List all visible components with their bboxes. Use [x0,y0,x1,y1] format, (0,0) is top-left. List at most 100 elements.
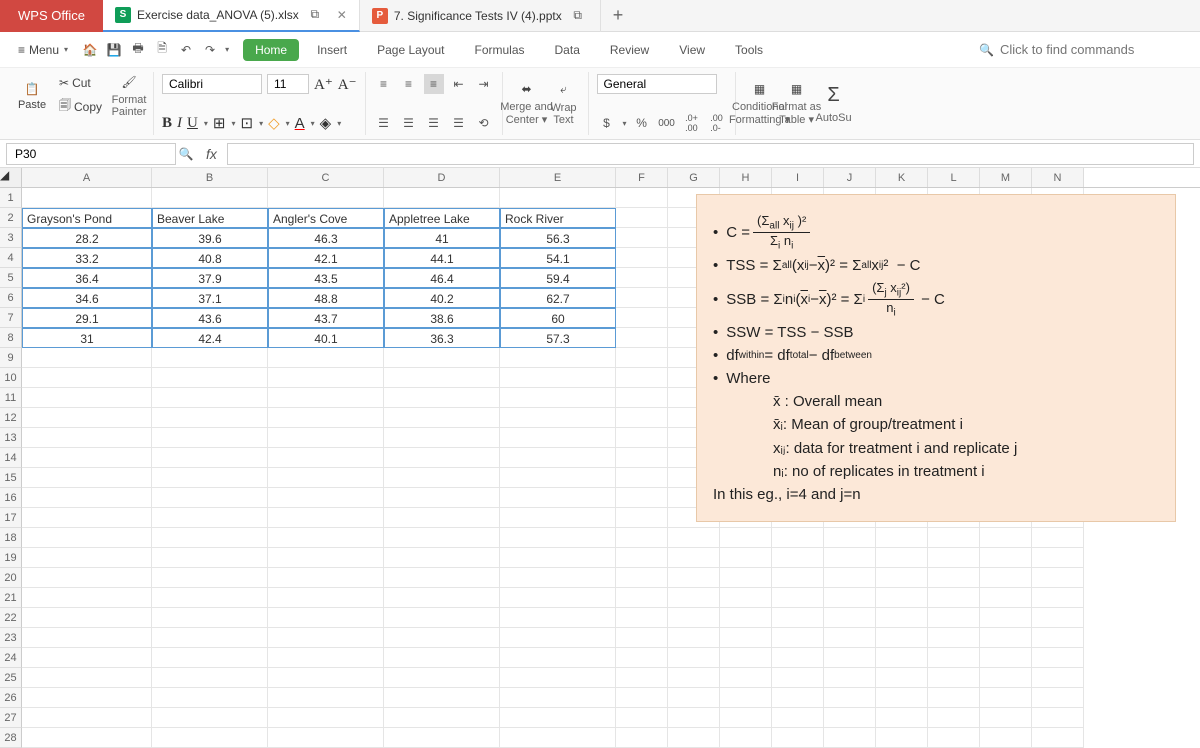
cell[interactable] [500,348,616,368]
cell[interactable] [152,548,268,568]
cell[interactable]: 59.4 [500,268,616,288]
cell[interactable]: 43.7 [268,308,384,328]
cell[interactable] [824,708,876,728]
cell[interactable] [152,568,268,588]
cell[interactable] [772,568,824,588]
cell[interactable] [668,648,720,668]
home-icon[interactable]: 🏠 [80,40,100,60]
cell[interactable] [500,728,616,748]
cell[interactable] [720,688,772,708]
formula-bar[interactable] [227,143,1194,165]
col-E[interactable]: E [500,168,616,187]
cell[interactable] [668,588,720,608]
chevron-down-icon[interactable]: ▾ [204,119,208,128]
cell[interactable]: Beaver Lake [152,208,268,228]
cell[interactable] [980,668,1032,688]
cell[interactable] [720,608,772,628]
cell[interactable]: 42.4 [152,328,268,348]
border-button[interactable]: ⊞ [213,114,226,133]
cell[interactable] [268,428,384,448]
cell[interactable] [22,568,152,588]
cell[interactable] [876,528,928,548]
cell[interactable] [928,548,980,568]
cell[interactable] [384,568,500,588]
cell[interactable]: 54.1 [500,248,616,268]
cell[interactable] [1032,708,1084,728]
cell[interactable] [616,508,668,528]
cell[interactable]: 48.8 [268,288,384,308]
cell[interactable] [152,528,268,548]
cell[interactable] [268,588,384,608]
search-box[interactable]: 🔍 [969,42,1190,57]
align-bottom-icon[interactable]: ≡ [424,74,444,94]
cell[interactable] [616,288,668,308]
cell[interactable] [980,588,1032,608]
cell[interactable]: Grayson's Pond [22,208,152,228]
col-B[interactable]: B [152,168,268,187]
cell[interactable] [22,708,152,728]
chevron-down-icon[interactable]: ▾ [259,119,263,128]
row-2[interactable]: 2 [0,208,22,228]
row-8[interactable]: 8 [0,328,22,348]
italic-button[interactable]: I [177,115,182,132]
cell[interactable] [384,708,500,728]
cell[interactable] [616,648,668,668]
cut-button[interactable]: ✂Cut [53,74,108,92]
cell[interactable] [1032,648,1084,668]
row-4[interactable]: 4 [0,248,22,268]
tab-pagelayout[interactable]: Page Layout [365,39,456,61]
row-25[interactable]: 25 [0,668,22,688]
cell[interactable] [720,568,772,588]
cell[interactable]: 60 [500,308,616,328]
cell[interactable] [22,428,152,448]
cell[interactable] [22,188,152,208]
tab-review[interactable]: Review [598,39,661,61]
cell[interactable] [152,608,268,628]
cell[interactable] [22,408,152,428]
cell[interactable] [152,448,268,468]
row-6[interactable]: 6 [0,288,22,308]
cell[interactable] [772,628,824,648]
tab-window-icon[interactable]: ⧉ [568,6,588,26]
cell[interactable] [384,648,500,668]
cell[interactable] [720,648,772,668]
cell[interactable] [268,188,384,208]
row-22[interactable]: 22 [0,608,22,628]
cell[interactable] [720,548,772,568]
cell[interactable] [22,648,152,668]
cell[interactable] [22,528,152,548]
cell[interactable] [22,508,152,528]
percent-icon[interactable]: % [632,113,652,133]
cell[interactable]: 41 [384,228,500,248]
cell[interactable] [22,588,152,608]
cell[interactable] [268,628,384,648]
autosum-button[interactable]: Σ AutoSu [818,90,850,118]
cell[interactable] [876,628,928,648]
cell[interactable] [152,708,268,728]
cell[interactable] [772,688,824,708]
cell[interactable] [616,628,668,648]
currency-icon[interactable]: $ [597,113,617,133]
row-28[interactable]: 28 [0,728,22,748]
justify-icon[interactable]: ☰ [449,113,469,133]
cell[interactable] [268,668,384,688]
row-12[interactable]: 12 [0,408,22,428]
align-center-icon[interactable]: ☰ [399,113,419,133]
cell[interactable] [152,648,268,668]
copy-button[interactable]: 🗐Copy [53,94,108,119]
cell[interactable] [616,588,668,608]
col-G[interactable]: G [668,168,720,187]
cell[interactable] [616,488,668,508]
cell[interactable] [22,468,152,488]
cell[interactable] [824,608,876,628]
cell[interactable] [980,688,1032,708]
cell[interactable] [616,328,668,348]
cell[interactable] [616,188,668,208]
cell[interactable] [772,648,824,668]
row-18[interactable]: 18 [0,528,22,548]
undo-icon[interactable]: ↶ [176,40,196,60]
cell[interactable] [824,728,876,748]
cell[interactable] [824,548,876,568]
cell[interactable]: 34.6 [22,288,152,308]
menu-button[interactable]: ≡ Menu ▾ [10,39,76,61]
